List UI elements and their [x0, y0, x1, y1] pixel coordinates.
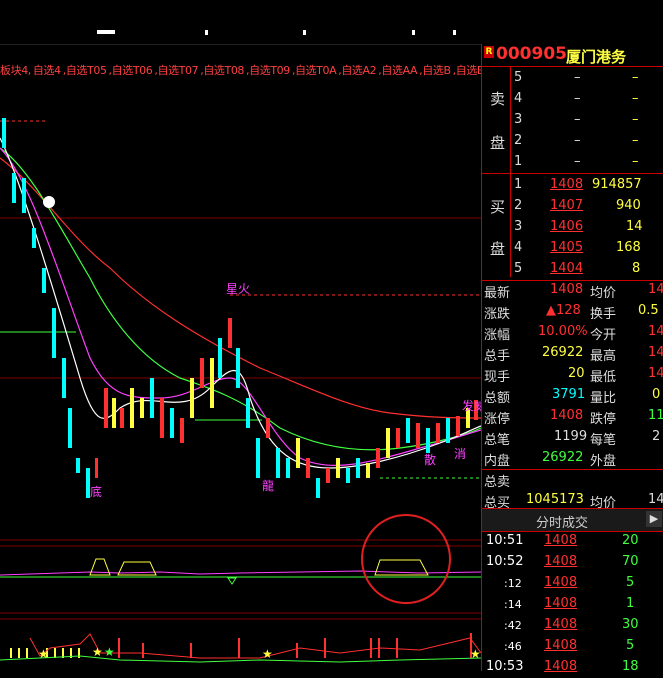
total-sell-row: 总卖: [484, 475, 511, 490]
annotation-star-fire: 星火: [226, 282, 250, 296]
tab-watchlist-t07[interactable]: 自选T07: [157, 64, 198, 77]
annotation-launch: 发威: [462, 398, 481, 413]
rights-badge: R: [484, 46, 494, 58]
tab-watchlist-t09[interactable]: 自选T09: [249, 64, 290, 77]
tick-row: :14 1408 1: [504, 596, 635, 611]
quote-panel: R 000905 厦门港务 卖 盘 5– – 4– – 3– – 2– – 1– – 买 …: [481, 44, 663, 674]
quote-row-volume: 总手 26922 最高 14: [484, 345, 663, 364]
buy-row-1[interactable]: 1 1408 914857: [482, 175, 663, 196]
buy-row-3[interactable]: 3 1406 14: [482, 217, 663, 238]
star-icon: ★: [262, 647, 273, 661]
quote-row-trades: 总笔 1199 每笔 2: [484, 429, 661, 448]
quote-header: R 000905 厦门港务: [482, 44, 663, 67]
tab-watchlist-t08[interactable]: 自选T08: [203, 64, 244, 77]
kline-chart[interactable]: ★ ★ ★ ★ ★ 星火 底 散 消 发威 龍: [0, 78, 481, 671]
toolbar-markers: [97, 30, 456, 35]
tick-trades-title: 分时成交: [535, 516, 588, 531]
annotation-fade: 消: [454, 447, 466, 461]
tab-watchlist-b7[interactable]: 自选B7: [456, 64, 481, 77]
quote-row-inner: 内盘 26922 外盘: [484, 450, 617, 469]
tick-row: :46 1408 5: [504, 638, 635, 653]
buy-row-4[interactable]: 4 1405 168: [482, 238, 663, 259]
quote-row-current: 现手 20 最低 14: [484, 366, 663, 385]
tab-watchlist-t05[interactable]: 自选T05: [66, 64, 107, 77]
annotation-bottom: 底: [90, 484, 102, 499]
tab-watchlist-aa[interactable]: 自选AA: [381, 64, 417, 77]
quote-row-change: 涨跌 ▲128 换手 0.5: [484, 303, 659, 322]
annotation-dissolve: 散: [424, 452, 436, 467]
watchlist-tabs: 板块4, 自选4 ,自选T05 ,自选T06 ,自选T07 ,自选T08 ,自选T09 ,自选…: [0, 62, 481, 78]
tab-watchlist-t0a[interactable]: 自选T0A: [295, 64, 337, 77]
star-icon: ★: [38, 647, 49, 661]
highlight-circle: [361, 514, 451, 604]
quote-row-last: 最新 1408 均价 14: [484, 282, 663, 301]
star-icon: ★: [470, 647, 481, 661]
buy-row-5[interactable]: 5 1404 8: [482, 259, 663, 280]
top-toolbar: [0, 0, 663, 45]
buy-row-2[interactable]: 2 1407 940: [482, 196, 663, 217]
annotation-dragon: 龍: [262, 478, 274, 493]
tab-watchlist-b[interactable]: 自选B: [422, 64, 451, 77]
chevron-right-icon[interactable]: ▶: [646, 511, 662, 527]
quote-row-limit: 涨停 1408 跌停 11: [484, 408, 663, 427]
signal-bars: [10, 633, 472, 658]
ring-marker: [43, 196, 55, 208]
tab-prefix[interactable]: 板块4,: [0, 64, 31, 77]
star-icon: ★: [104, 645, 115, 659]
quote-row-pct: 涨幅 10.00% 今开 14: [484, 324, 663, 343]
tick-row: 10:52 1408 70: [486, 554, 639, 569]
tab-watchlist-a2[interactable]: 自选A2: [341, 64, 376, 77]
star-icon: ★: [92, 645, 103, 659]
stock-code[interactable]: 000905: [496, 44, 567, 64]
quote-row-amount: 总额 3791 量比 0: [484, 387, 661, 406]
tick-row: :42 1408 30: [504, 617, 639, 632]
candles: [2, 118, 478, 498]
tick-trades-header[interactable]: 分时成交 ▶: [482, 508, 663, 532]
tick-row: :12 1408 5: [504, 575, 635, 590]
stock-name[interactable]: 厦门港务: [566, 46, 626, 67]
tab-watchlist-4[interactable]: 自选4: [33, 64, 61, 77]
tick-row: 10:51 1408 20: [486, 533, 639, 548]
tick-row: 10:53 1408 18: [486, 659, 639, 674]
tab-watchlist-t06[interactable]: 自选T06: [112, 64, 153, 77]
